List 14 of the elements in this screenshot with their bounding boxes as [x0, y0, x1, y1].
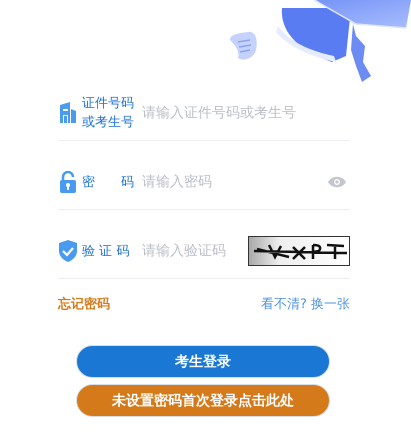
input-field[interactable]: 请输入密码 [142, 174, 328, 190]
forgot-password-link[interactable]: 忘记密码 [58, 295, 110, 313]
shield-check-icon [58, 240, 78, 262]
input-field[interactable]: 请输入验证码 [142, 243, 248, 259]
lock-icon [58, 171, 78, 193]
building-icon [58, 102, 78, 124]
field-label: 密 码 [82, 174, 135, 192]
refresh-captcha-link[interactable]: 看不清? 换一张 [260, 295, 350, 313]
login-button[interactable]: 考生登录 [76, 345, 330, 378]
field-label: 验 证 码 [82, 242, 130, 260]
captcha-image[interactable] [248, 236, 350, 266]
field-label: 证件号码或考生号 [82, 95, 135, 132]
first-login-button[interactable]: 未设置密码首次登录点击此处 [76, 384, 330, 417]
input-field[interactable]: 请输入证件号码或考生号 [142, 105, 350, 121]
